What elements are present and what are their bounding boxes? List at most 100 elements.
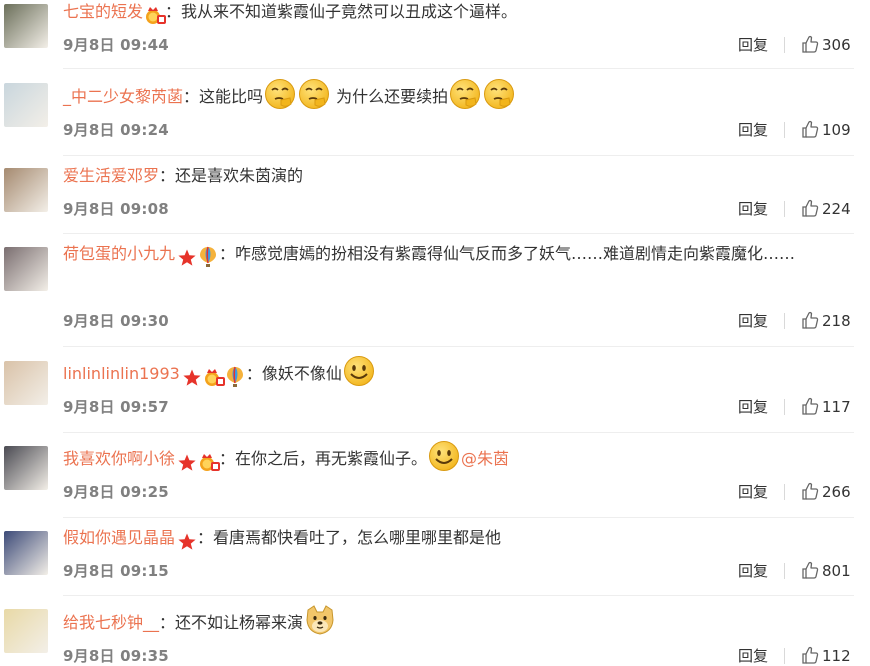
reply-button[interactable]: 回复 [738, 397, 768, 417]
avatar[interactable] [4, 361, 48, 405]
comment-body: ：这能比吗 [183, 87, 264, 106]
username-link[interactable]: 假如你遇见晶晶 [63, 528, 175, 547]
like-button[interactable]: 306 [801, 35, 851, 55]
like-count: 112 [822, 647, 851, 665]
comment-feed: 七宝的短发 ：我从来不知道紫霞仙子竟然可以丑成这个逼样。 9月8日 09:44 回复 3… [0, 0, 870, 666]
comment-timestamp: 9月8日 09:35 [63, 647, 169, 665]
avatar-image [4, 609, 48, 653]
action-separator [784, 399, 785, 415]
reply-button[interactable]: 回复 [738, 35, 768, 55]
username-link[interactable]: 给我七秒钟__ [63, 613, 159, 632]
like-button[interactable]: 112 [801, 646, 851, 666]
red-star-icon[interactable] [182, 365, 202, 386]
comment-divider [63, 595, 854, 596]
comment-text: 七宝的短发 ：我从来不知道紫霞仙子竟然可以丑成这个逼样。 [63, 0, 853, 30]
thumbs-up-icon [801, 311, 822, 330]
avatar[interactable] [4, 609, 48, 653]
thumbs-up-icon [801, 397, 822, 416]
action-separator [784, 563, 785, 579]
like-button[interactable]: 109 [801, 120, 851, 140]
thinking-emoji [483, 78, 515, 110]
comment-text: linlinlinlin1993 ：像妖不像仙 [63, 355, 853, 392]
action-separator [784, 201, 785, 217]
thumbs-up-icon [801, 199, 822, 218]
comment-divider [63, 346, 854, 347]
comment-text: 爱生活爱邓罗：还是喜欢朱茵演的 [63, 158, 853, 194]
username-link[interactable]: 七宝的短发 [63, 2, 143, 21]
red-star-icon[interactable] [177, 245, 197, 266]
action-separator [784, 313, 785, 329]
like-count: 109 [822, 121, 851, 139]
avatar-image [4, 446, 48, 490]
thinking-emoji [264, 78, 296, 110]
reply-button[interactable]: 回复 [738, 120, 768, 140]
avatar-image [4, 247, 48, 291]
balloon-icon[interactable] [226, 365, 246, 387]
like-button[interactable]: 224 [801, 199, 851, 219]
thumbs-up-icon [801, 646, 822, 665]
comment-body: ：像妖不像仙 [245, 364, 342, 383]
like-button[interactable]: 218 [801, 311, 851, 331]
like-count: 266 [822, 483, 851, 501]
doge-emoji [304, 604, 336, 636]
vip-crown-icon[interactable] [199, 450, 221, 471]
like-count: 224 [822, 200, 851, 218]
username-link[interactable]: 我喜欢你啊小徐 [63, 449, 175, 468]
balloon-icon[interactable] [199, 245, 219, 267]
comment-body: ：还是喜欢朱茵演的 [159, 166, 304, 185]
comment-body: ：在你之后，再无紫霞仙子。 [219, 449, 428, 468]
reply-button[interactable]: 回复 [738, 646, 768, 666]
like-count: 306 [822, 36, 851, 54]
like-button[interactable]: 266 [801, 482, 851, 502]
like-count: 218 [822, 312, 851, 330]
avatar[interactable] [4, 168, 48, 212]
comment-timestamp: 9月8日 09:44 [63, 36, 169, 54]
username-link[interactable]: linlinlinlin1993 [63, 364, 180, 383]
comment-text: _中二少女黎芮菡：这能比吗 为什么还要续拍 [63, 78, 853, 115]
mention-link[interactable]: @朱茵 [461, 449, 509, 468]
username-link[interactable]: 爱生活爱邓罗 [63, 166, 159, 185]
comment-body: ：咋感觉唐嫣的扮相没有紫霞得仙气反而多了妖气……难道剧情走向紫霞魔化…… [219, 244, 796, 263]
like-button[interactable]: 117 [801, 397, 851, 417]
avatar[interactable] [4, 83, 48, 127]
comment-body: 为什么还要续拍 [331, 87, 449, 106]
comment-text: 给我七秒钟__：还不如让杨幂来演 [63, 604, 853, 641]
comment-timestamp: 9月8日 09:24 [63, 121, 169, 139]
comment-timestamp: 9月8日 09:57 [63, 398, 169, 416]
vip-crown-icon[interactable] [204, 365, 225, 386]
avatar[interactable] [4, 4, 48, 48]
comment-divider [63, 432, 854, 433]
red-star-icon[interactable] [177, 529, 197, 550]
comment-body: ：还不如让杨幂来演 [159, 613, 304, 632]
comment-text: 我喜欢你啊小徐 ：在你之后，再无紫霞仙子。 @朱茵 [63, 440, 853, 477]
avatar[interactable] [4, 247, 48, 291]
comment-divider [63, 517, 854, 518]
vip-crown-icon[interactable] [145, 3, 167, 24]
username-link[interactable]: 荷包蛋的小九九 [63, 244, 175, 263]
action-separator [784, 122, 785, 138]
avatar-image [4, 4, 48, 48]
avatar-image [4, 361, 48, 405]
comment-text: 假如你遇见晶晶 ：看唐焉都快看吐了，怎么哪里哪里都是他 [63, 520, 853, 556]
thumbs-up-icon [801, 482, 822, 501]
comment-text: 荷包蛋的小九九 ：咋感觉唐嫣的扮相没有紫霞得仙气反而多了妖气……难道剧情走向紫霞魔… [63, 236, 853, 272]
like-button[interactable]: 801 [801, 561, 851, 581]
avatar[interactable] [4, 531, 48, 575]
avatar[interactable] [4, 446, 48, 490]
action-separator [784, 648, 785, 664]
reply-button[interactable]: 回复 [738, 482, 768, 502]
like-count: 117 [822, 398, 851, 416]
action-separator [784, 484, 785, 500]
red-star-icon[interactable] [177, 450, 197, 471]
avatar-image [4, 531, 48, 575]
comment-timestamp: 9月8日 09:08 [63, 200, 169, 218]
comment-timestamp: 9月8日 09:30 [63, 312, 169, 330]
thumbs-up-icon [801, 120, 822, 139]
username-link[interactable]: _中二少女黎芮菡 [63, 87, 183, 106]
reply-button[interactable]: 回复 [738, 561, 768, 581]
comment-timestamp: 9月8日 09:15 [63, 562, 169, 580]
reply-button[interactable]: 回复 [738, 199, 768, 219]
reply-button[interactable]: 回复 [738, 311, 768, 331]
thinking-emoji [449, 78, 481, 110]
comment-divider [63, 155, 854, 156]
